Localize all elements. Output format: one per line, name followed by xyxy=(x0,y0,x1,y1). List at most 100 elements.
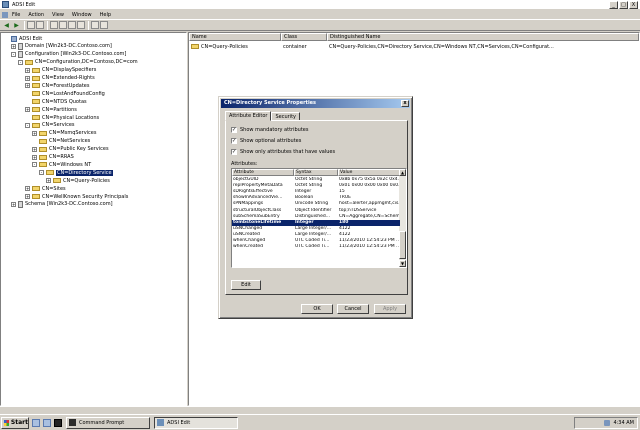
tree-node[interactable]: + CN=Sites xyxy=(25,185,66,192)
scroll-down-button[interactable]: ▼ xyxy=(399,260,406,267)
quicklaunch-desktop-icon[interactable] xyxy=(32,418,40,427)
forward-arrow-icon[interactable]: ▶ xyxy=(12,21,21,30)
menu-window[interactable]: Window xyxy=(68,12,96,18)
apply-button[interactable]: Apply xyxy=(374,304,406,314)
help-icon[interactable] xyxy=(91,21,99,29)
cancel-button[interactable]: Cancel xyxy=(337,304,369,314)
console-tree[interactable]: ADSI Edit + Domain [Win2k3-DC.Contoso.com]… xyxy=(0,32,187,406)
attribute-row[interactable]: uSNChanged Large Integer/... 4122 xyxy=(232,226,400,232)
maximize-button[interactable]: □ xyxy=(619,1,628,9)
tree-node[interactable]: - CN=Windows NT xyxy=(32,161,91,168)
menu-action[interactable]: Action xyxy=(24,12,48,18)
tree-node[interactable]: ADSI Edit xyxy=(4,35,42,42)
network-icon[interactable] xyxy=(604,420,611,426)
attribute-row[interactable]: replPropertyMetaData Octet String 0x01 0x0… xyxy=(232,183,400,189)
tree-node[interactable]: + CN=RRAS xyxy=(32,154,74,161)
show-optional-checkbox[interactable]: ✓ Show optional attributes xyxy=(231,138,301,144)
expand-icon[interactable]: + xyxy=(25,75,30,81)
collapse-icon[interactable]: - xyxy=(18,59,23,65)
tree-node[interactable]: + CN=Partitions xyxy=(25,106,77,113)
tree-node[interactable]: CN=NetServices xyxy=(32,138,90,145)
up-folder-icon[interactable] xyxy=(27,21,35,29)
list-item[interactable]: CN=Query-Policies xyxy=(191,43,248,50)
taskbar-button-adsi-edit[interactable]: ADSI Edit xyxy=(154,416,238,429)
attribute-row[interactable]: objectGUID Octet String 0x8b 0x75 0x5a 0x2… xyxy=(232,177,400,183)
show-hide-tree-icon[interactable] xyxy=(36,21,44,29)
taskbar-button-command-prompt[interactable]: Command Prompt xyxy=(66,416,150,429)
back-arrow-icon[interactable]: ◀ xyxy=(2,21,11,30)
expand-icon[interactable]: + xyxy=(25,194,30,199)
column-header-name[interactable]: Name xyxy=(189,33,281,41)
column-header-dn[interactable]: Distinguished Name xyxy=(327,33,639,41)
expand-icon[interactable]: + xyxy=(32,130,37,136)
dialog-close-button[interactable]: x xyxy=(401,100,409,107)
collapse-icon[interactable]: - xyxy=(11,51,16,57)
collapse-icon[interactable]: - xyxy=(39,170,44,176)
attribute-row[interactable]: whenChanged UTC Coded Ti... 11/23/2010 12:… xyxy=(232,238,400,244)
menu-file[interactable]: File xyxy=(8,12,24,18)
menu-view[interactable]: View xyxy=(48,12,68,18)
tree-node[interactable]: - CN=Directory Service xyxy=(39,169,113,176)
tree-node[interactable]: CN=LostAndFoundConfig xyxy=(25,90,105,97)
tree-node[interactable]: + CN=WellKnown Security Principals xyxy=(25,193,128,200)
tree-node[interactable]: + CN=DisplaySpecifiers xyxy=(25,67,96,74)
clock[interactable]: 4:34 AM xyxy=(613,420,634,426)
collapse-icon[interactable]: - xyxy=(32,162,37,168)
tree-node[interactable]: + Domain [Win2k3-DC.Contoso.com] xyxy=(11,42,112,50)
expand-icon[interactable]: + xyxy=(32,154,37,160)
attribute-row[interactable]: subSchemaSubEntry Distinguished... CN=Aggr… xyxy=(232,214,400,220)
title-bar[interactable]: ADSI Edit _ □ X xyxy=(0,0,640,10)
tree-node[interactable]: CN=NTDS Quotas xyxy=(25,98,87,105)
attribute-row[interactable]: sPNMappings Unicode String host=alerter,ap… xyxy=(232,201,400,207)
collapse-icon[interactable]: - xyxy=(25,122,30,128)
tab-attribute-editor[interactable]: Attribute Editor xyxy=(225,111,272,121)
scroll-thumb[interactable] xyxy=(399,231,406,259)
expand-icon[interactable]: + xyxy=(11,43,16,49)
attributes-list[interactable]: Attribute Syntax Value ▲ ▼ objectGUID Oct… xyxy=(231,168,407,268)
attribute-row[interactable]: tombstoneLifetime Integer 180 xyxy=(232,219,400,226)
tree-node[interactable]: + CN=ForestUpdates xyxy=(25,82,89,89)
edit-button[interactable]: Edit xyxy=(231,280,261,290)
properties-icon[interactable] xyxy=(59,21,67,29)
expand-icon[interactable]: + xyxy=(25,186,30,192)
scroll-up-button[interactable]: ▲ xyxy=(399,169,406,176)
expand-icon[interactable]: + xyxy=(11,201,16,207)
tree-node[interactable]: + CN=Query-Policies xyxy=(46,177,110,184)
expand-icon[interactable]: + xyxy=(46,178,51,184)
tree-node[interactable]: - CN=Configuration,DC=Contoso,DC=com xyxy=(18,59,138,66)
attribute-row[interactable]: sDRightsEffective Integer 15 xyxy=(232,189,400,195)
attribute-row[interactable]: whenCreated UTC Coded Ti... 11/23/2010 12:… xyxy=(232,244,400,250)
expand-icon[interactable]: + xyxy=(32,146,37,152)
tree-node[interactable]: CN=Physical Locations xyxy=(25,114,99,121)
show-values-only-checkbox[interactable]: ✓ Show only attributes that have values xyxy=(231,149,335,155)
refresh-icon[interactable] xyxy=(68,21,76,29)
tree-node[interactable]: + CN=Extended-Rights xyxy=(25,75,95,82)
attributes-scrollbar[interactable]: ▲ ▼ xyxy=(399,169,406,267)
tree-node[interactable]: + CN=MsmqServices xyxy=(32,130,96,137)
start-button[interactable]: Start xyxy=(1,416,29,429)
expand-icon[interactable]: + xyxy=(25,83,30,89)
tree-node[interactable]: - CN=Services xyxy=(25,122,75,129)
new-object-icon[interactable] xyxy=(100,21,108,29)
attribute-row[interactable]: structuralObjectClass Object Identifier to… xyxy=(232,208,400,214)
tree-node[interactable]: + CN=Public Key Services xyxy=(32,146,109,153)
expand-icon[interactable]: + xyxy=(25,107,30,113)
expand-icon[interactable]: + xyxy=(25,67,30,73)
close-button[interactable]: X xyxy=(629,1,638,9)
attribute-row[interactable]: showInAdvancedVie... Boolean TRUE xyxy=(232,195,400,201)
delete-icon[interactable] xyxy=(50,21,58,29)
minimize-button[interactable]: _ xyxy=(609,1,618,9)
quicklaunch-explorer-icon[interactable] xyxy=(43,418,51,427)
ok-button[interactable]: OK xyxy=(301,304,333,314)
dialog-title-bar[interactable]: CN=Directory Service Properties x xyxy=(221,99,410,108)
export-list-icon[interactable] xyxy=(77,21,85,29)
menu-help[interactable]: Help xyxy=(96,12,115,18)
show-mandatory-checkbox[interactable]: ✓ Show mandatory attributes xyxy=(231,127,308,133)
column-header-attribute[interactable]: Attribute xyxy=(232,169,294,176)
column-header-value[interactable]: Value xyxy=(338,169,400,176)
attribute-row[interactable]: uSNCreated Large Integer/... 4122 xyxy=(232,232,400,238)
quicklaunch-cmd-icon[interactable] xyxy=(54,418,62,427)
column-header-syntax[interactable]: Syntax xyxy=(294,169,338,176)
tree-node[interactable]: + Schema [Win2k3-DC.Contoso.com] xyxy=(11,200,113,208)
column-header-class[interactable]: Class xyxy=(281,33,327,41)
